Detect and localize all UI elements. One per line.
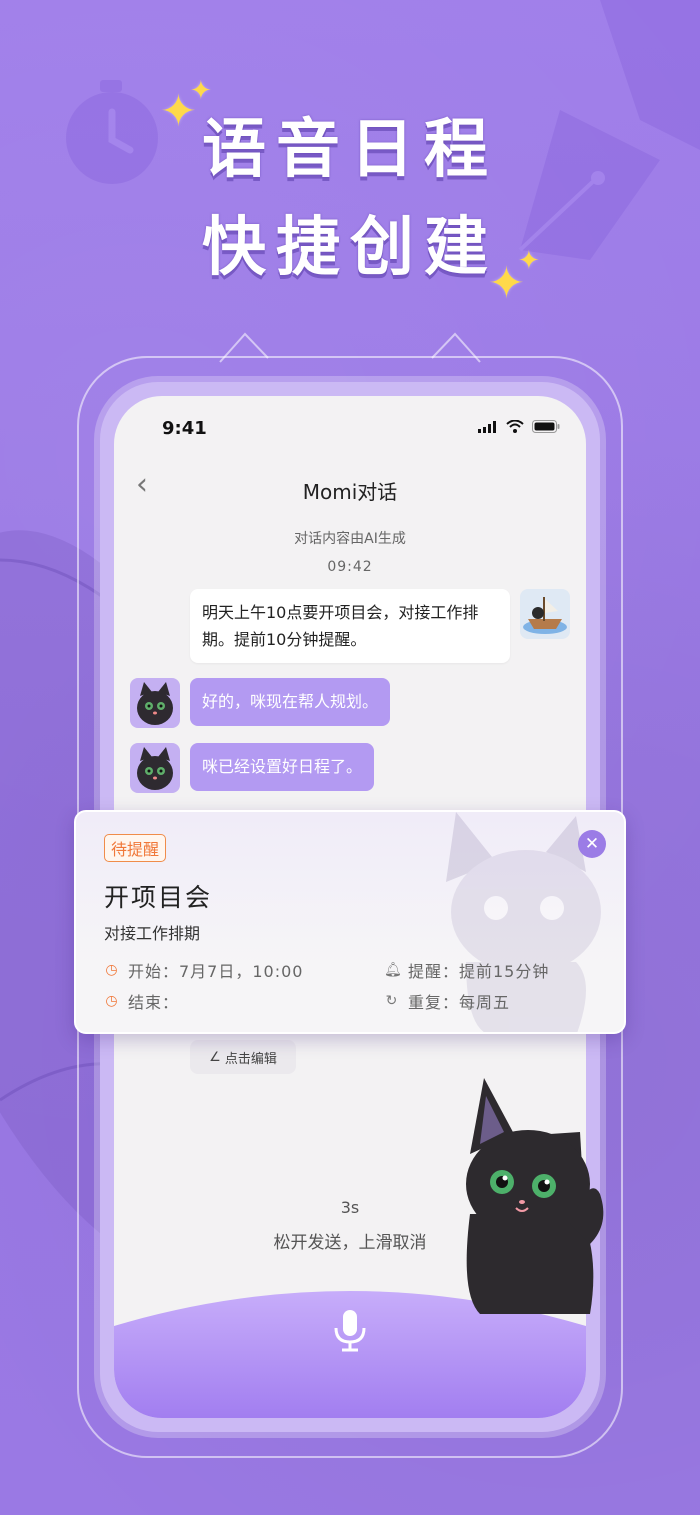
schedule-end-text: 结束：	[128, 993, 180, 1012]
repeat-icon: ↻	[385, 993, 399, 1009]
schedule-start: ◷ 开始：7月7日，10:00	[104, 958, 303, 982]
bell-icon: 🔔︎	[384, 962, 403, 978]
schedule-repeat-text: 重复：每周五	[408, 993, 511, 1012]
clock-icon: ◷	[105, 993, 119, 1009]
cat-mascot-illustration	[466, 1078, 604, 1314]
schedule-reminder-text: 提醒：提前15分钟	[408, 962, 550, 981]
microphone-icon[interactable]	[326, 1306, 374, 1354]
schedule-reminder: 🔔︎ 提醒：提前15分钟	[384, 958, 549, 982]
close-icon[interactable]: ✕	[578, 830, 606, 858]
schedule-end: ◷ 结束：	[104, 989, 179, 1013]
schedule-start-text: 开始：7月7日，10:00	[128, 962, 304, 981]
clock-icon: ◷	[105, 962, 119, 978]
schedule-title: 开项目会	[104, 883, 213, 912]
schedule-subtitle: 对接工作排期	[104, 924, 201, 943]
status-badge: 待提醒	[104, 834, 167, 862]
schedule-repeat: ↻ 重复：每周五	[384, 989, 510, 1013]
schedule-card[interactable]: 待提醒 ✕ 开项目会 对接工作排期 ◷ 开始：7月7日，10:00 ◷ 结束： …	[74, 810, 626, 1034]
